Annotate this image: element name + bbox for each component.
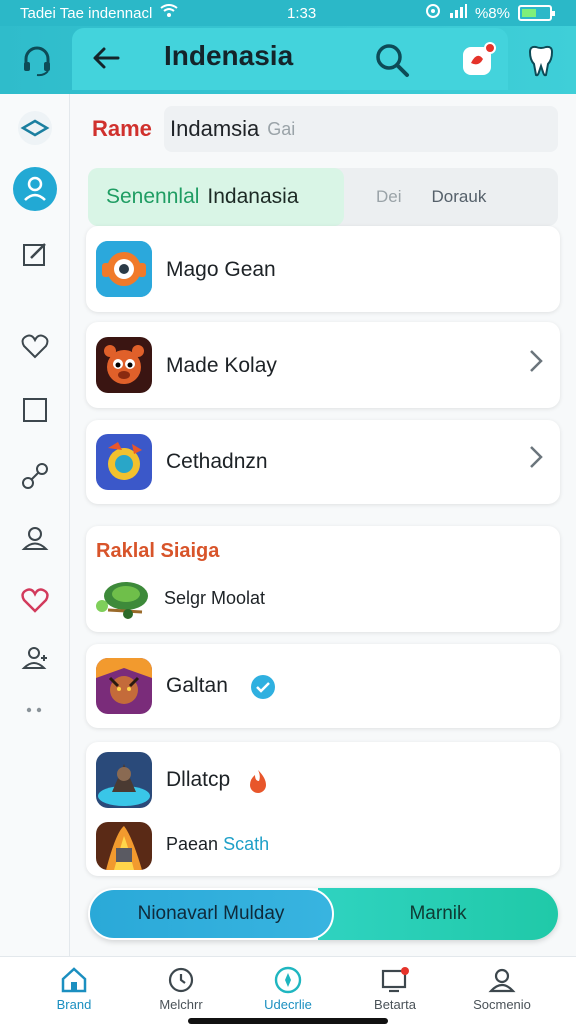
fire-icon [246,768,270,799]
fire-app-icon[interactable] [96,822,152,870]
home-indicator [188,1018,388,1024]
monitor-icon [345,963,445,997]
cta-group: Nionavarl Mulday Marnik [88,888,558,940]
name-label: Rame [92,116,152,141]
name-placeholder: Gai [267,118,296,139]
tooth-icon[interactable] [520,40,562,82]
compass-icon [238,963,338,997]
last-item-label-a: Paean [166,834,219,854]
secondary-cta-button[interactable]: Marnik [318,888,558,940]
wifi-icon [160,4,178,22]
app-header: Indenasia [0,26,576,94]
nav-label: Brand [56,997,92,1012]
list-group: Dllatcp Paean Scath [86,742,560,876]
battery-icon [518,5,555,21]
robot-app-icon [96,241,152,297]
back-arrow-icon[interactable] [88,40,124,76]
app-label: Cethadnzn [166,450,268,473]
headset-icon[interactable] [16,40,58,82]
clock-time: 1:33 [287,4,317,22]
layers-icon[interactable] [15,108,55,148]
segment-active[interactable]: Senennlal Indanasia [88,168,344,226]
app-label: Dllatcp [166,768,231,791]
segment-other[interactable]: Dei Dorauk [376,168,486,226]
segmented-control: Senennlal Indanasia Dei Dorauk [88,168,558,226]
link-icon[interactable] [15,456,55,496]
page-title: Indenasia [164,40,294,71]
nav-label: Udecrlie [264,997,312,1012]
nav-item-udecrlie[interactable]: Udecrlie [238,963,338,1019]
nav-item-betarta[interactable]: Betarta [345,963,445,1019]
last-item-label-b: Scath [223,834,270,854]
nav-item-home[interactable]: Brand [24,963,124,1019]
app-label: Mago Gean [166,258,276,281]
primary-cta-button[interactable]: Nionavarl Mulday [88,888,334,940]
warrior-app-icon [96,658,152,714]
segment-muted-label: Dei [376,187,402,206]
name-row: Rame [92,106,164,152]
person-icon[interactable] [15,518,55,558]
nav-item-socmenio[interactable]: Socmenio [452,963,552,1019]
section-item-label: Selgr Moolat [164,588,266,608]
alarm-icon [425,3,441,23]
name-value: Indamsia [170,116,260,141]
nav-label: Betarta [374,997,416,1012]
section-card[interactable]: Raklal Siaiga Selgr Moolat [86,526,560,632]
segment-option-label: Dorauk [431,187,487,206]
heart-filled-icon[interactable] [15,580,55,620]
heart-icon[interactable] [15,326,55,366]
chevron-right-icon [528,444,544,477]
bottom-nav: Brand Melchrr Udecrlie Betarta Socmenio [0,956,576,1024]
signal-icon [449,4,467,22]
user-icon [452,963,552,997]
home-icon [24,963,124,997]
nav-item-melchrr[interactable]: Melchrr [131,963,231,1019]
segment-active-prefix: Senennlal [106,185,200,208]
app-label: Galtan [166,674,228,697]
edit-icon[interactable] [15,234,55,274]
notification-badge [484,42,496,54]
globe-app-icon [96,434,152,490]
nav-label: Socmenio [473,997,531,1012]
verified-icon [250,674,276,705]
square-icon[interactable] [15,390,55,430]
last-item-label: Paean Scath [166,834,269,855]
profile-icon[interactable] [12,166,58,212]
status-bar: Tadei Tae indennacl 1:33 %8% [0,0,576,26]
nav-label: Melchrr [159,997,203,1012]
clock-icon [131,963,231,997]
notification-icon[interactable] [456,38,500,82]
side-rail [0,94,70,956]
chevron-right-icon [528,348,544,381]
add-user-icon[interactable] [15,638,55,678]
search-icon[interactable] [370,38,414,82]
list-item[interactable]: Galtan [86,644,560,728]
section-title: Raklal Siaiga [96,540,220,562]
app-label: Made Kolay [166,354,277,377]
battery-text: %8% [474,4,510,22]
name-field[interactable]: Indamsia Gai [164,106,558,152]
carrier-text: Tadei Tae indennacl [20,4,153,22]
list-item[interactable]: Made Kolay [86,322,560,408]
list-item[interactable]: Mago Gean [86,226,560,312]
more-icon[interactable] [15,690,55,730]
bear-app-icon [96,337,152,393]
segment-active-label: Indanasia [207,185,299,208]
turtle-icon [94,576,154,622]
main-content: Rame Indamsia Gai Senennlal Indanasia De… [70,94,576,956]
list-item[interactable]: Cethadnzn [86,420,560,504]
knight-app-icon[interactable] [96,752,152,808]
